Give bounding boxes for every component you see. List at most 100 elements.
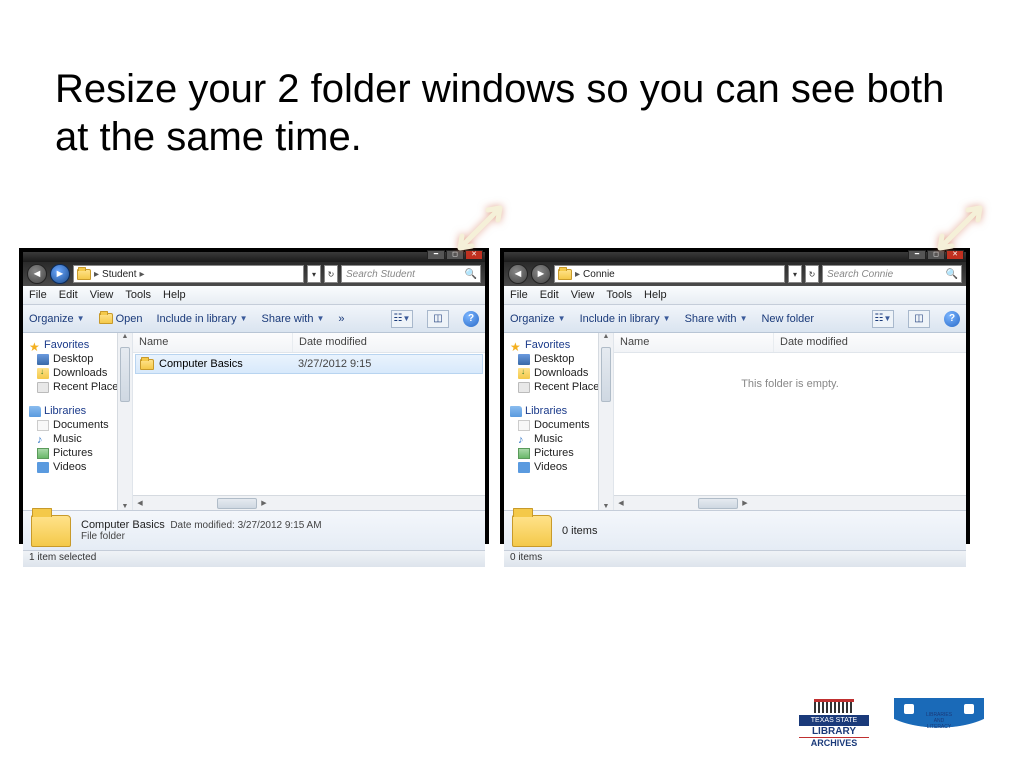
tree-videos[interactable]: Videos xyxy=(510,461,611,473)
downloads-icon xyxy=(518,368,530,379)
explorer-window-connie: ━ ◻ ✕ ◄ ► ▸ Connie ▾ ↻ Search Connie🔍 Fi… xyxy=(500,248,970,544)
menu-file[interactable]: File xyxy=(29,289,47,301)
breadcrumb[interactable]: ▸ Connie xyxy=(554,265,785,283)
doc-icon xyxy=(518,420,530,431)
tree-desktop[interactable]: Desktop xyxy=(29,353,130,365)
preview-pane-button[interactable]: ◫ xyxy=(908,310,930,328)
file-list[interactable]: Name Date modified This folder is empty. xyxy=(614,333,966,510)
recent-icon xyxy=(518,382,530,393)
empty-message: This folder is empty. xyxy=(614,378,966,390)
search-icon: 🔍 xyxy=(946,269,958,280)
nav-tree[interactable]: ★Favorites Desktop Downloads Recent Plac… xyxy=(504,333,614,510)
menu-file[interactable]: File xyxy=(510,289,528,301)
tree-scrollbar[interactable] xyxy=(598,333,613,510)
col-date[interactable]: Date modified xyxy=(774,333,966,352)
doc-icon xyxy=(37,420,49,431)
titlebar[interactable]: ━ ◻ ✕ xyxy=(23,252,485,262)
organize-button[interactable]: Organize▼ xyxy=(29,313,85,325)
maximize-button[interactable]: ◻ xyxy=(446,250,464,260)
more-button[interactable]: » xyxy=(338,313,344,325)
breadcrumb[interactable]: ▸ Student ▸ xyxy=(73,265,304,283)
explorer-window-student: ━ ◻ ✕ ◄ ► ▸ Student ▸ ▾ ↻ Search Student… xyxy=(19,248,489,544)
videos-icon xyxy=(37,462,49,473)
tree-desktop[interactable]: Desktop xyxy=(510,353,611,365)
command-bar: Organize▼ Open Include in library▼ Share… xyxy=(23,305,485,333)
tree-recent[interactable]: Recent Places xyxy=(510,381,611,393)
include-library-button[interactable]: Include in library▼ xyxy=(580,313,671,325)
folder-icon xyxy=(140,359,154,370)
tree-documents[interactable]: Documents xyxy=(510,419,611,431)
refresh-button[interactable]: ↻ xyxy=(324,265,338,283)
share-button[interactable]: Share with▼ xyxy=(262,313,325,325)
details-pane: 0 items xyxy=(504,510,966,550)
tree-recent[interactable]: Recent Places xyxy=(29,381,130,393)
menu-bar: File Edit View Tools Help xyxy=(504,286,966,305)
recent-icon xyxy=(37,382,49,393)
pictures-icon xyxy=(518,448,530,459)
nav-history-dropdown[interactable]: ▾ xyxy=(307,265,321,283)
maximize-button[interactable]: ◻ xyxy=(927,250,945,260)
tree-pictures[interactable]: Pictures xyxy=(510,447,611,459)
footer-logos: TEXAS STATE LIBRARY ARCHIVES LIBRARIESAN… xyxy=(799,698,984,748)
new-folder-button[interactable]: New folder xyxy=(761,313,814,325)
open-button[interactable]: Open xyxy=(99,313,143,325)
tree-music[interactable]: ♪Music xyxy=(29,433,130,445)
search-input[interactable]: Search Student🔍 xyxy=(341,265,481,283)
music-icon: ♪ xyxy=(518,434,530,445)
col-name[interactable]: Name xyxy=(133,333,293,352)
search-icon: 🔍 xyxy=(465,269,477,280)
tree-pictures[interactable]: Pictures xyxy=(29,447,130,459)
menu-help[interactable]: Help xyxy=(644,289,667,301)
nav-back-button[interactable]: ◄ xyxy=(508,264,528,284)
refresh-button[interactable]: ↻ xyxy=(805,265,819,283)
col-name[interactable]: Name xyxy=(614,333,774,352)
help-button[interactable]: ? xyxy=(944,311,960,327)
music-icon: ♪ xyxy=(37,434,49,445)
slide-title: Resize your 2 folder windows so you can … xyxy=(55,65,955,161)
help-button[interactable]: ? xyxy=(463,311,479,327)
pictures-icon xyxy=(37,448,49,459)
minimize-button[interactable]: ━ xyxy=(427,250,445,260)
col-date[interactable]: Date modified xyxy=(293,333,485,352)
include-library-button[interactable]: Include in library▼ xyxy=(156,313,247,325)
menu-tools[interactable]: Tools xyxy=(606,289,632,301)
tree-videos[interactable]: Videos xyxy=(29,461,130,473)
preview-pane-button[interactable]: ◫ xyxy=(427,310,449,328)
file-list[interactable]: Name Date modified Computer Basics 3/27/… xyxy=(133,333,485,510)
search-input[interactable]: Search Connie🔍 xyxy=(822,265,962,283)
tree-downloads[interactable]: Downloads xyxy=(510,367,611,379)
minimize-button[interactable]: ━ xyxy=(908,250,926,260)
nav-history-dropdown[interactable]: ▾ xyxy=(788,265,802,283)
nav-forward-button[interactable]: ► xyxy=(50,264,70,284)
menu-tools[interactable]: Tools xyxy=(125,289,151,301)
close-button[interactable]: ✕ xyxy=(465,250,483,260)
share-button[interactable]: Share with▼ xyxy=(685,313,748,325)
desktop-icon xyxy=(518,354,530,365)
close-button[interactable]: ✕ xyxy=(946,250,964,260)
menu-view[interactable]: View xyxy=(571,289,595,301)
nav-forward-button[interactable]: ► xyxy=(531,264,551,284)
menu-edit[interactable]: Edit xyxy=(59,289,78,301)
folder-icon xyxy=(512,515,552,547)
nav-tree[interactable]: ★Favorites Desktop Downloads Recent Plac… xyxy=(23,333,133,510)
tree-scrollbar[interactable] xyxy=(117,333,132,510)
nav-back-button[interactable]: ◄ xyxy=(27,264,47,284)
view-options-button[interactable]: ☷▼ xyxy=(872,310,894,328)
command-bar: Organize▼ Include in library▼ Share with… xyxy=(504,305,966,333)
tree-music[interactable]: ♪Music xyxy=(510,433,611,445)
star-icon: ★ xyxy=(29,340,41,351)
menu-help[interactable]: Help xyxy=(163,289,186,301)
folder-icon xyxy=(99,313,113,324)
h-scrollbar[interactable] xyxy=(614,495,966,510)
h-scrollbar[interactable] xyxy=(133,495,485,510)
menu-view[interactable]: View xyxy=(90,289,114,301)
tree-downloads[interactable]: Downloads xyxy=(29,367,130,379)
star-icon: ★ xyxy=(510,340,522,351)
titlebar[interactable]: ━ ◻ ✕ xyxy=(504,252,966,262)
tree-documents[interactable]: Documents xyxy=(29,419,130,431)
list-item[interactable]: Computer Basics 3/27/2012 9:15 xyxy=(135,354,483,374)
organize-button[interactable]: Organize▼ xyxy=(510,313,566,325)
view-options-button[interactable]: ☷▼ xyxy=(391,310,413,328)
menu-edit[interactable]: Edit xyxy=(540,289,559,301)
menu-bar: File Edit View Tools Help xyxy=(23,286,485,305)
